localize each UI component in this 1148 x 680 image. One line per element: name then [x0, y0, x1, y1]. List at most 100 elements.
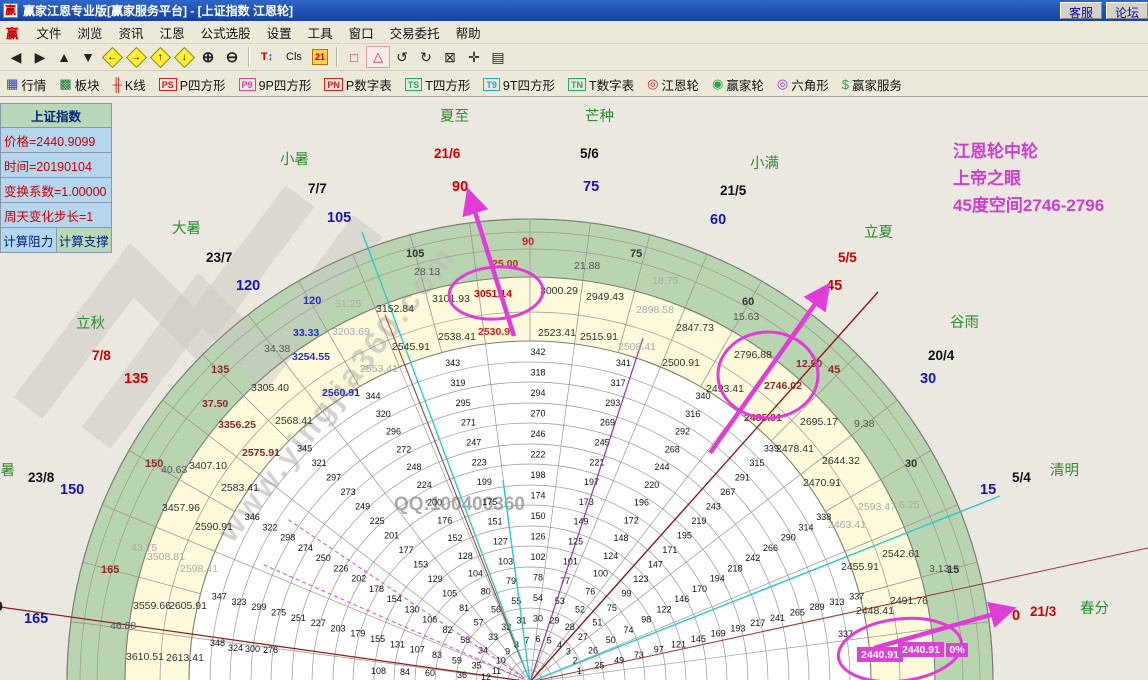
tool-t-table[interactable]: TNT数字表: [568, 75, 634, 94]
svg-text:36: 36: [457, 670, 467, 680]
svg-text:203: 203: [331, 623, 346, 633]
svg-text:343: 343: [445, 358, 460, 368]
svg-text:大暑: 大暑: [172, 220, 201, 237]
svg-text:5/5: 5/5: [838, 250, 857, 265]
diamond-down-icon[interactable]: ↓: [172, 46, 196, 68]
tool-9p-square[interactable]: P99P四方形: [239, 75, 312, 94]
tool-winner-service[interactable]: $赢家服务: [842, 75, 902, 94]
svg-text:处暑: 处暑: [0, 462, 15, 479]
svg-text:15: 15: [980, 482, 996, 498]
rotate-ccw-icon[interactable]: ↺: [390, 46, 414, 68]
cls-icon[interactable]: Cls: [280, 46, 308, 68]
tool-t-square[interactable]: TST四方形: [405, 75, 471, 94]
svg-text:227: 227: [311, 618, 326, 628]
svg-text:33: 33: [488, 632, 498, 642]
svg-text:7/9: 7/9: [0, 599, 3, 614]
svg-text:321: 321: [312, 458, 327, 468]
svg-text:135: 135: [124, 371, 148, 387]
menu-item-8[interactable]: 交易委托: [382, 24, 448, 44]
svg-text:60: 60: [425, 668, 435, 678]
svg-text:345: 345: [297, 444, 312, 454]
nav-up-icon[interactable]: ▲: [52, 46, 76, 68]
board-icon[interactable]: ▤: [486, 46, 510, 68]
svg-text:30: 30: [920, 371, 936, 387]
svg-text:46.88: 46.88: [110, 620, 136, 632]
svg-text:123: 123: [633, 574, 648, 584]
rotate-cw-icon[interactable]: ↻: [414, 46, 438, 68]
svg-text:100: 100: [593, 569, 608, 579]
crosshair-icon[interactable]: ✛: [462, 46, 486, 68]
svg-text:75: 75: [607, 603, 617, 613]
svg-text:2500.91: 2500.91: [662, 357, 700, 369]
svg-text:294: 294: [530, 388, 545, 398]
svg-text:246: 246: [530, 429, 545, 439]
tool-winner-wheel[interactable]: ◉赢家轮: [712, 75, 764, 94]
t-updown-icon[interactable]: T↕: [254, 46, 280, 68]
svg-text:2746.02: 2746.02: [764, 380, 802, 392]
svg-text:165: 165: [101, 564, 119, 576]
svg-text:7/7: 7/7: [308, 181, 327, 196]
svg-text:2440.91: 2440.91: [902, 644, 940, 656]
svg-text:57: 57: [474, 618, 484, 628]
svg-text:135: 135: [211, 364, 229, 376]
svg-text:153: 153: [413, 560, 428, 570]
tool-kline[interactable]: ╫K线: [113, 75, 146, 94]
tool-p-table[interactable]: PNP数字表: [324, 75, 391, 94]
svg-text:177: 177: [399, 545, 414, 555]
svg-text:199: 199: [477, 477, 492, 487]
svg-text:315: 315: [749, 458, 764, 468]
svg-text:10: 10: [496, 656, 506, 666]
menu-item-2[interactable]: 资讯: [111, 24, 152, 44]
toolbar-separator: [336, 47, 338, 67]
svg-text:2796.88: 2796.88: [734, 349, 772, 361]
svg-text:165: 165: [24, 611, 48, 627]
svg-text:2508.41: 2508.41: [618, 341, 656, 353]
tool-9t-square[interactable]: T99T四方形: [483, 75, 555, 94]
zoom-out-icon[interactable]: ⊖: [220, 46, 244, 68]
tool-p-square[interactable]: PSP四方形: [159, 75, 226, 94]
svg-text:320: 320: [376, 409, 391, 419]
diamond-left-icon[interactable]: ←: [100, 46, 124, 68]
menu-item-1[interactable]: 浏览: [70, 24, 111, 44]
tool-hexagon[interactable]: ◎六角形: [777, 75, 829, 94]
forum-button[interactable]: 论坛: [1106, 2, 1148, 19]
svg-text:150: 150: [530, 511, 545, 521]
quotes-icon: ▦: [6, 76, 18, 92]
svg-text:98: 98: [641, 615, 651, 625]
svg-text:346: 346: [245, 512, 260, 522]
square-tool-icon[interactable]: □: [342, 46, 366, 68]
svg-text:108: 108: [371, 666, 386, 676]
box-x-icon[interactable]: ⊠: [438, 46, 462, 68]
svg-text:54: 54: [533, 593, 543, 603]
calendar-icon[interactable]: 21: [308, 46, 332, 68]
tool-quotes[interactable]: ▦行情: [6, 75, 46, 94]
menu-item-6[interactable]: 工具: [300, 24, 341, 44]
menu-item-9[interactable]: 帮助: [448, 24, 489, 44]
nav-right-icon[interactable]: ▶: [28, 46, 52, 68]
menu-item-4[interactable]: 公式选股: [193, 24, 259, 44]
menu-item-7[interactable]: 窗口: [341, 24, 382, 44]
tool-sectors[interactable]: ▩板块: [59, 75, 99, 94]
calc-support-button[interactable]: 计算支撑: [57, 228, 112, 252]
tool-gann-wheel[interactable]: ◎江恩轮: [647, 75, 699, 94]
diamond-right-icon[interactable]: →: [124, 46, 148, 68]
calc-resistance-button[interactable]: 计算阻力: [1, 228, 57, 252]
menu-item-0[interactable]: 文件: [29, 24, 70, 44]
svg-text:178: 178: [369, 584, 384, 594]
triangle-tool-icon[interactable]: △: [366, 46, 390, 68]
svg-text:5: 5: [547, 635, 552, 645]
diamond-up-icon[interactable]: ↑: [148, 46, 172, 68]
wheel-annotation-text: 江恩轮中轮 上帝之眼 45度空间2746-2796: [953, 138, 1104, 219]
customer-service-button[interactable]: 客服: [1060, 2, 1102, 19]
svg-text:84: 84: [400, 667, 410, 677]
zoom-in-icon[interactable]: ⊕: [196, 46, 220, 68]
chart-area: www.yingjia360.comQQ:1004003601234567891…: [0, 97, 1148, 680]
svg-text:124: 124: [603, 551, 618, 561]
nav-down-icon[interactable]: ▼: [76, 46, 100, 68]
menu-item-3[interactable]: 江恩: [152, 24, 193, 44]
title-bar: 赢 赢家江恩专业版[赢家服务平台] - [上证指数 江恩轮] 客服 论坛: [0, 0, 1148, 21]
menu-item-5[interactable]: 设置: [259, 24, 300, 44]
nav-left-icon[interactable]: ◀: [4, 46, 28, 68]
svg-text:2560.91: 2560.91: [322, 387, 360, 399]
svg-text:2463.41: 2463.41: [828, 519, 866, 531]
